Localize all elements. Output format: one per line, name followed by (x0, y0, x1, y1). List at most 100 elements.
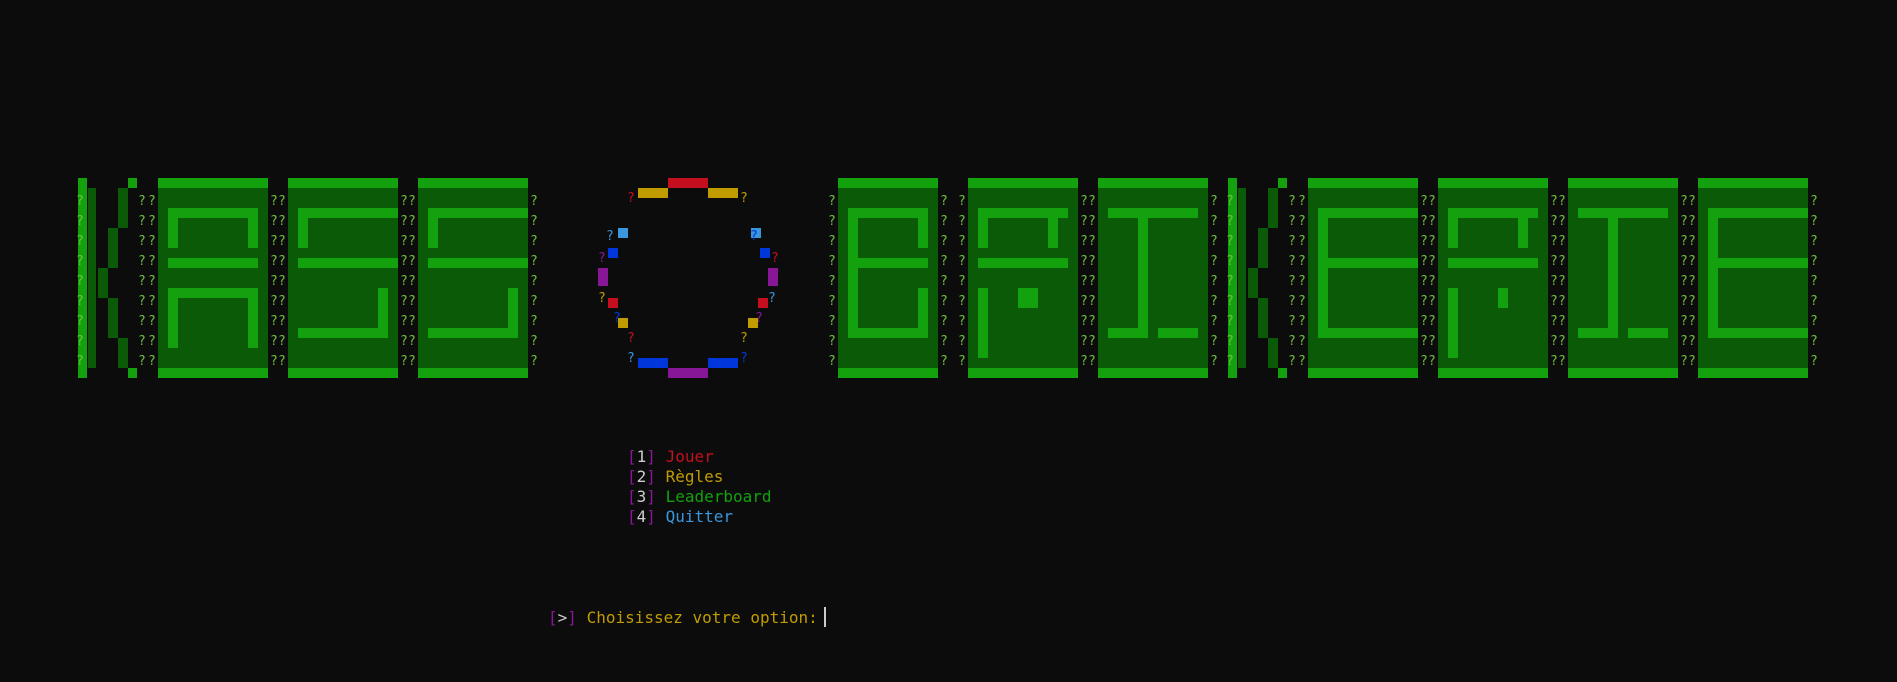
letter-r2-stroke (1498, 288, 1508, 308)
art-glyph: ? (1288, 194, 1296, 209)
art-glyph: ? (400, 274, 408, 289)
letter-i1-stroke (1148, 208, 1158, 218)
art-glyph: ? (1420, 314, 1428, 329)
ring-segment (768, 268, 778, 286)
art-glyph: ? (940, 274, 948, 289)
art-glyph: ? (1550, 214, 1558, 229)
letter-i2-stroke (1608, 208, 1618, 338)
art-shade (1258, 298, 1268, 338)
art-glyph: ? (1210, 314, 1218, 329)
letter-r1-stroke (1048, 208, 1058, 248)
art-glyph: ? (408, 254, 416, 269)
art-glyph: ? (828, 214, 836, 229)
letter-b-stroke (848, 258, 928, 268)
letter-i2-stroke (1578, 328, 1618, 338)
art-glyph: ? (1558, 294, 1566, 309)
art-glyph: ? (530, 234, 538, 249)
art-glyph: ? (138, 354, 146, 369)
letter-b-stroke (918, 288, 928, 328)
art-shade (1248, 268, 1258, 298)
prompt-arrow-icon: > (557, 608, 568, 627)
letter-s2-stroke (428, 328, 518, 338)
art-glyph: ? (76, 194, 84, 209)
art-glyph: ? (76, 334, 84, 349)
art-glyph: ? (1428, 294, 1436, 309)
art-shade (1258, 228, 1268, 268)
menu-label-jouer: Jouer (665, 447, 714, 466)
letter-k-arm (128, 178, 137, 188)
art-glyph: ? (1298, 194, 1306, 209)
prompt-text: Choisissez votre option: (586, 608, 818, 627)
art-glyph: ? (1210, 254, 1218, 269)
art-glyph: ? (828, 234, 836, 249)
art-glyph: ? (530, 354, 538, 369)
art-glyph: ? (1080, 254, 1088, 269)
art-glyph: ? (958, 254, 966, 269)
letter-a-stroke (168, 208, 258, 218)
letter-a-bottom (158, 368, 268, 378)
art-glyph: ? (1420, 214, 1428, 229)
art-glyph: ? (138, 234, 146, 249)
menu-item-jouer[interactable]: [1] Jouer (627, 447, 772, 467)
art-glyph: ? (76, 254, 84, 269)
art-glyph: ? (400, 334, 408, 349)
menu-item-leaderboard[interactable]: [3] Leaderboard (627, 487, 772, 507)
art-glyph: ? (1298, 334, 1306, 349)
art-glyph: ? (1298, 294, 1306, 309)
art-glyph: ? (148, 354, 156, 369)
art-glyph: ? (1298, 354, 1306, 369)
art-glyph: ? (530, 254, 538, 269)
art-glyph: ? (1088, 294, 1096, 309)
art-glyph: ? (740, 351, 748, 366)
letter-r1-bottom (968, 368, 1078, 378)
art-shade (1268, 338, 1278, 368)
art-glyph: ? (408, 274, 416, 289)
menu-item-quitter[interactable]: [4] Quitter (627, 507, 772, 527)
art-glyph: ? (1810, 354, 1818, 369)
art-glyph: ? (1088, 354, 1096, 369)
art-glyph: ? (1288, 214, 1296, 229)
art-glyph: ? (1810, 254, 1818, 269)
art-glyph: ? (1288, 274, 1296, 289)
letter-r1-stroke (978, 288, 988, 358)
art-glyph: ? (408, 334, 416, 349)
art-glyph: ? (400, 254, 408, 269)
art-glyph: ? (940, 254, 948, 269)
art-glyph: ? (1428, 254, 1436, 269)
art-glyph: ? (940, 294, 948, 309)
letter-i1-stroke (1158, 208, 1198, 218)
menu-label-quitter: Quitter (665, 507, 733, 526)
letter-e2-stroke (1708, 208, 1808, 218)
art-glyph: ? (530, 294, 538, 309)
art-glyph: ? (1680, 234, 1688, 249)
ring-segment (608, 298, 618, 308)
art-glyph: ? (1226, 354, 1234, 369)
letter-s2-stroke (508, 288, 518, 328)
text-cursor[interactable] (823, 607, 826, 627)
art-shade (1268, 188, 1278, 228)
art-shade (108, 228, 118, 268)
art-glyph: ? (278, 334, 286, 349)
art-glyph: ? (400, 314, 408, 329)
art-glyph: ? (400, 294, 408, 309)
letter-s1-bottom (288, 368, 398, 378)
command-prompt[interactable]: [>] Choisissez votre option: (548, 607, 826, 629)
art-glyph: ? (408, 294, 416, 309)
art-glyph: ? (270, 354, 278, 369)
art-glyph: ? (1428, 194, 1436, 209)
art-glyph: ? (1226, 214, 1234, 229)
art-glyph: ? (400, 194, 408, 209)
letter-i2-bottom (1568, 368, 1678, 378)
art-glyph: ? (278, 294, 286, 309)
letter-e1-bottom (1308, 368, 1418, 378)
art-glyph: ? (750, 229, 758, 244)
art-glyph: ? (408, 214, 416, 229)
letter-k-leg (128, 368, 137, 378)
art-shade (118, 338, 128, 368)
letter-i1-top (1098, 178, 1208, 188)
art-glyph: ? (530, 274, 538, 289)
art-glyph: ? (138, 194, 146, 209)
menu-item-regles[interactable]: [2] Règles (627, 467, 772, 487)
letter-i1-stroke (1108, 328, 1148, 338)
art-glyph: ? (1810, 234, 1818, 249)
